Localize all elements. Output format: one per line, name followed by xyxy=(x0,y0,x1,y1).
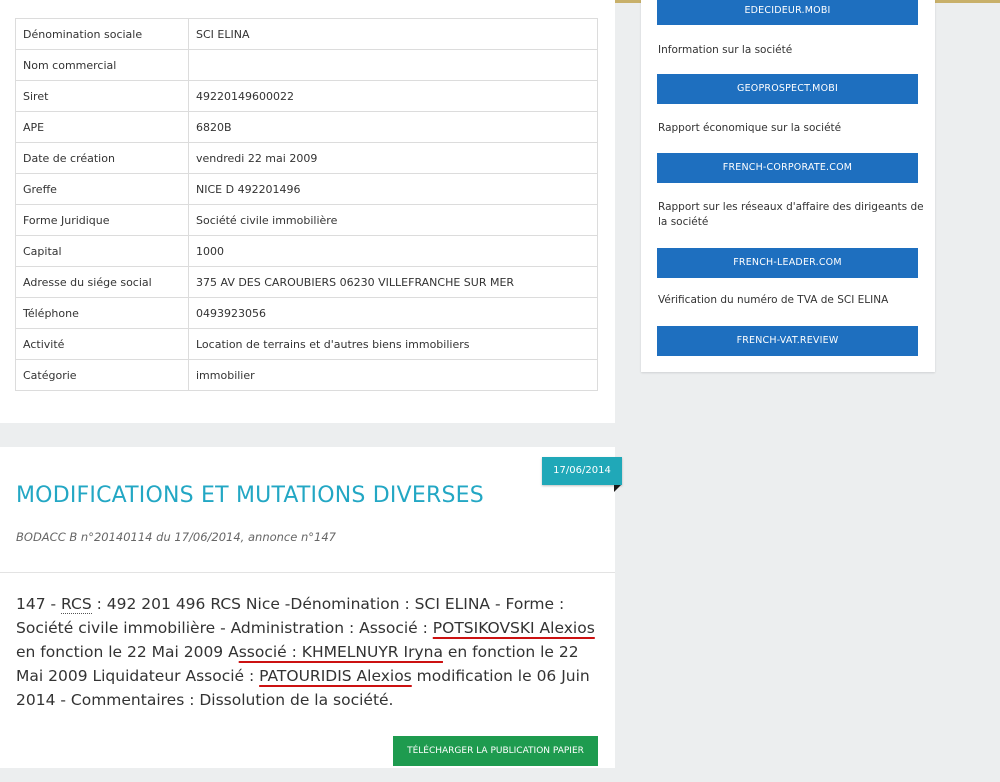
company-info-table: Dénomination sociale SCI ELINA Nom commerc… xyxy=(15,18,598,391)
info-label: Catégorie xyxy=(15,359,189,391)
info-label: Dénomination sociale xyxy=(15,18,189,50)
highlighted-name-2: ssocié : KHMELNUYR Iryna xyxy=(238,643,443,661)
info-value: immobilier xyxy=(188,359,598,391)
info-value: 375 AV DES CAROUBIERS 06230 VILLEFRANCHE… xyxy=(188,266,598,298)
info-row: Dénomination sociale SCI ELINA xyxy=(15,18,598,50)
info-label: Activité xyxy=(15,328,189,360)
rcs-abbreviation: RCS xyxy=(61,595,92,614)
info-row: Nom commercial xyxy=(15,49,598,81)
highlighted-name-3: PATOURIDIS Alexios xyxy=(259,667,412,685)
info-label: Siret xyxy=(15,80,189,112)
sidebar-card: EDECIDEUR.MOBI Information sur la sociét… xyxy=(641,0,935,372)
info-value: SCI ELINA xyxy=(188,18,598,50)
info-value: 1000 xyxy=(188,235,598,267)
publication-body: 147 - RCS : 492 201 496 RCS Nice -Dénomi… xyxy=(16,592,601,712)
info-row: Date de création vendredi 22 mai 2009 xyxy=(15,142,598,174)
info-row: APE 6820B xyxy=(15,111,598,143)
info-label: Forme Juridique xyxy=(15,204,189,236)
french-leader-button[interactable]: FRENCH-LEADER.COM xyxy=(657,248,918,278)
info-label: Nom commercial xyxy=(15,49,189,81)
info-societe-text: Information sur la société xyxy=(658,44,793,56)
info-label: Téléphone xyxy=(15,297,189,329)
info-label: Capital xyxy=(15,235,189,267)
french-corporate-button[interactable]: FRENCH-CORPORATE.COM xyxy=(657,153,918,183)
info-row: Catégorie immobilier xyxy=(15,359,598,391)
info-value: vendredi 22 mai 2009 xyxy=(188,142,598,174)
rapport-economique-text: Rapport économique sur la société xyxy=(658,122,842,134)
publication-title[interactable]: MODIFICATIONS ET MUTATIONS DIVERSES xyxy=(16,483,484,508)
info-value: 49220149600022 xyxy=(188,80,598,112)
geoprospect-button[interactable]: GEOPROSPECT.MOBI xyxy=(657,74,918,104)
info-value: 0493923056 xyxy=(188,297,598,329)
badge-fold xyxy=(614,485,621,492)
publication-reference: BODACC B n°20140114 du 17/06/2014, annon… xyxy=(16,530,336,544)
download-publication-button[interactable]: TÉLÉCHARGER LA PUBLICATION PAPIER xyxy=(393,736,598,766)
info-value: NICE D 492201496 xyxy=(188,173,598,205)
body-part-1: 147 - xyxy=(16,595,62,613)
info-row: Greffe NICE D 492201496 xyxy=(15,173,598,205)
info-row: Activité Location de terrains et d'autres… xyxy=(15,328,598,360)
info-label: Greffe xyxy=(15,173,189,205)
rapport-reseaux-text: Rapport sur les réseaux d'affaire des di… xyxy=(658,201,924,228)
highlighted-name-1: POTSIKOVSKI Alexios xyxy=(432,619,595,637)
body-part-3: en fonction le 22 Mai 2009 A xyxy=(16,643,239,661)
info-row: Siret 49220149600022 xyxy=(15,80,598,112)
info-row: Adresse du siége social 375 AV DES CAROUB… xyxy=(15,266,598,298)
verification-tva-text: Vérification du numéro de TVA de SCI ELI… xyxy=(658,294,889,306)
info-row: Forme Juridique Société civile immobilièr… xyxy=(15,204,598,236)
edecideur-button[interactable]: EDECIDEUR.MOBI xyxy=(657,0,918,25)
info-value: 6820B xyxy=(188,111,598,143)
info-label: Adresse du siége social xyxy=(15,266,189,298)
publication-date-badge: 17/06/2014 xyxy=(542,457,622,485)
info-row: Téléphone 0493923056 xyxy=(15,297,598,329)
info-row: Capital 1000 xyxy=(15,235,598,267)
publication-divider xyxy=(0,572,615,573)
info-label: Date de création xyxy=(15,142,189,174)
info-label: APE xyxy=(15,111,189,143)
info-value xyxy=(188,49,598,81)
info-value: Société civile immobilière xyxy=(188,204,598,236)
french-vat-button[interactable]: FRENCH-VAT.REVIEW xyxy=(657,326,918,356)
info-value: Location de terrains et d'autres biens i… xyxy=(188,328,598,360)
